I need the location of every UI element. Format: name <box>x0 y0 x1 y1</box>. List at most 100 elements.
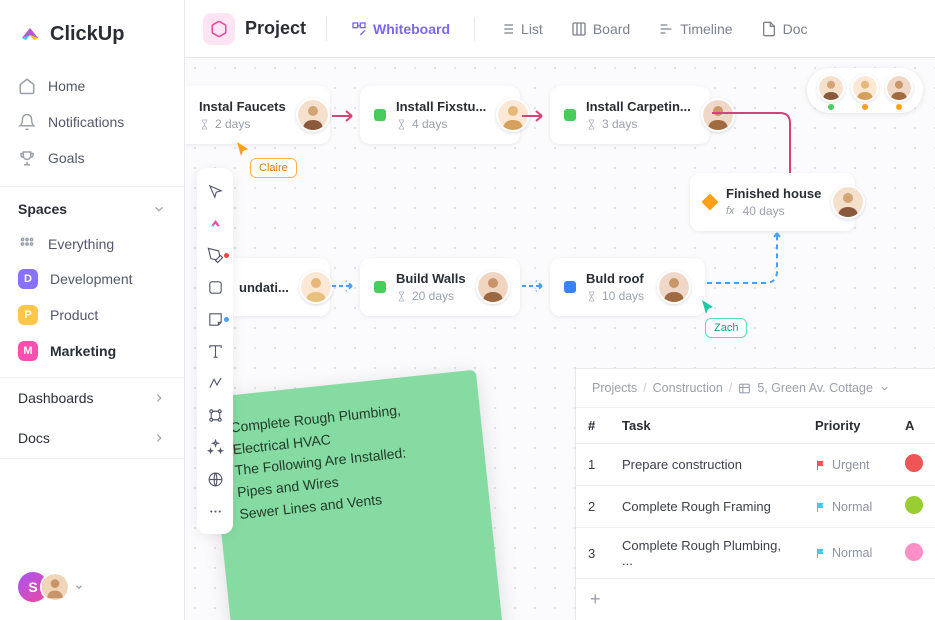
avatar <box>831 185 865 219</box>
project-icon <box>203 13 235 45</box>
hourglass-icon <box>396 291 407 302</box>
tool-more[interactable] <box>197 496 233 526</box>
tab-board[interactable]: Board <box>567 15 634 43</box>
status-square <box>564 281 576 293</box>
tool-pen[interactable] <box>197 240 233 270</box>
whiteboard-canvas[interactable]: Instal Faucets 2 days Install Fixstu... … <box>185 58 935 620</box>
avatar <box>299 270 333 304</box>
tool-stars[interactable] <box>197 432 233 462</box>
task-table: # Task Priority A 1Prepare constructionU… <box>576 407 935 578</box>
avatar <box>905 454 923 472</box>
chevron-down-icon <box>152 202 166 216</box>
chevron-right-icon <box>152 391 166 405</box>
trophy-icon <box>18 149 36 167</box>
space-marketing[interactable]: MMarketing <box>0 333 184 369</box>
divider <box>326 17 327 41</box>
space-everything[interactable]: Everything <box>0 227 184 261</box>
cursor-zach-label: Zach <box>705 318 747 338</box>
hourglass-icon <box>199 119 210 130</box>
space-product[interactable]: PProduct <box>0 297 184 333</box>
timeline-icon <box>658 21 674 37</box>
doc-icon <box>761 21 777 37</box>
nav-home[interactable]: Home <box>0 68 184 104</box>
home-icon <box>18 77 36 95</box>
avatar <box>296 98 330 132</box>
cursor-claire-label: Claire <box>250 158 297 178</box>
topbar: Project Whiteboard List Board Timeline D… <box>185 0 935 58</box>
tool-clickup[interactable] <box>197 208 233 238</box>
cursor-zach-icon <box>700 298 716 316</box>
status-square <box>374 109 386 121</box>
arrow-icon <box>330 108 360 124</box>
nav-main: Home Notifications Goals <box>0 64 184 180</box>
tool-connector[interactable] <box>197 368 233 398</box>
tool-sticky[interactable] <box>197 304 233 334</box>
spaces-header[interactable]: Spaces <box>0 186 184 227</box>
arrow-dashed-icon <box>520 278 550 294</box>
tool-shape[interactable] <box>197 272 233 302</box>
cursor-claire-icon <box>235 140 251 158</box>
grid-icon <box>18 235 36 253</box>
space-development[interactable]: DDevelopment <box>0 261 184 297</box>
tab-whiteboard[interactable]: Whiteboard <box>347 15 454 43</box>
tool-web[interactable] <box>197 464 233 494</box>
tab-doc[interactable]: Doc <box>757 15 812 43</box>
sticky-author: Haylee <box>251 616 293 620</box>
nav-notifications[interactable]: Notifications <box>0 104 184 140</box>
space-badge: M <box>18 341 38 361</box>
chevron-right-icon <box>152 431 166 445</box>
flag-icon <box>815 501 827 513</box>
arrow-dashed-icon <box>705 223 795 293</box>
logo-text: ClickUp <box>50 23 124 46</box>
avatar <box>657 270 691 304</box>
status-square <box>374 281 386 293</box>
whiteboard-icon <box>351 21 367 37</box>
nav-goals[interactable]: Goals <box>0 140 184 176</box>
sidebar: ClickUp Home Notifications Goals Spaces … <box>0 0 185 620</box>
tab-timeline[interactable]: Timeline <box>654 15 736 43</box>
flag-icon <box>815 459 827 471</box>
docs-link[interactable]: Docs <box>0 418 184 459</box>
dashboards-link[interactable]: Dashboards <box>0 378 184 418</box>
chevron-down-icon <box>74 582 84 592</box>
table-row[interactable]: 2Complete Rough FramingNormal <box>576 486 935 528</box>
list-icon <box>499 21 515 37</box>
avatar <box>476 270 510 304</box>
bottom-nav: Dashboards Docs <box>0 377 184 459</box>
card-fixtu[interactable]: Install Fixstu... 4 days <box>360 86 520 144</box>
hourglass-icon <box>396 119 407 130</box>
logo[interactable]: ClickUp <box>0 0 184 64</box>
card-carpet[interactable]: Install Carpetin... 3 days <box>550 86 710 144</box>
card-finished[interactable]: Finished house fx40 days <box>690 173 855 231</box>
table-row[interactable]: 1Prepare constructionUrgent <box>576 444 935 486</box>
tool-text[interactable] <box>197 336 233 366</box>
board-icon <box>571 21 587 37</box>
sticky-note[interactable]: Complete Rough Plumbing, Electrical HVAC… <box>207 370 503 620</box>
add-task-button[interactable]: + <box>576 578 935 620</box>
hourglass-icon <box>586 291 597 302</box>
card-roof[interactable]: Buld roof 10 days <box>550 258 705 316</box>
avatar <box>496 98 530 132</box>
milestone-diamond <box>702 194 719 211</box>
flag-icon <box>815 547 827 559</box>
project-chip[interactable]: Project <box>203 13 306 45</box>
avatar <box>817 74 845 102</box>
user-badge[interactable]: S <box>18 572 84 602</box>
space-badge: P <box>18 305 38 325</box>
card-faucets[interactable]: Instal Faucets 2 days <box>185 86 330 144</box>
tab-list[interactable]: List <box>495 15 547 43</box>
space-badge: D <box>18 269 38 289</box>
divider <box>474 17 475 41</box>
breadcrumb[interactable]: Projects/ Construction/ 5, Green Av. Cot… <box>576 369 935 407</box>
avatar <box>851 74 879 102</box>
presence-avatars[interactable] <box>807 68 923 113</box>
tool-pointer[interactable] <box>197 176 233 206</box>
table-row[interactable]: 3Complete Rough Plumbing, ...Normal <box>576 528 935 579</box>
avatar <box>905 496 923 514</box>
tool-relation[interactable] <box>197 400 233 430</box>
card-walls[interactable]: Build Walls 20 days <box>360 258 520 316</box>
avatar <box>885 74 913 102</box>
card-foundation[interactable]: undati... <box>225 258 330 316</box>
avatar <box>905 543 923 561</box>
status-square <box>564 109 576 121</box>
